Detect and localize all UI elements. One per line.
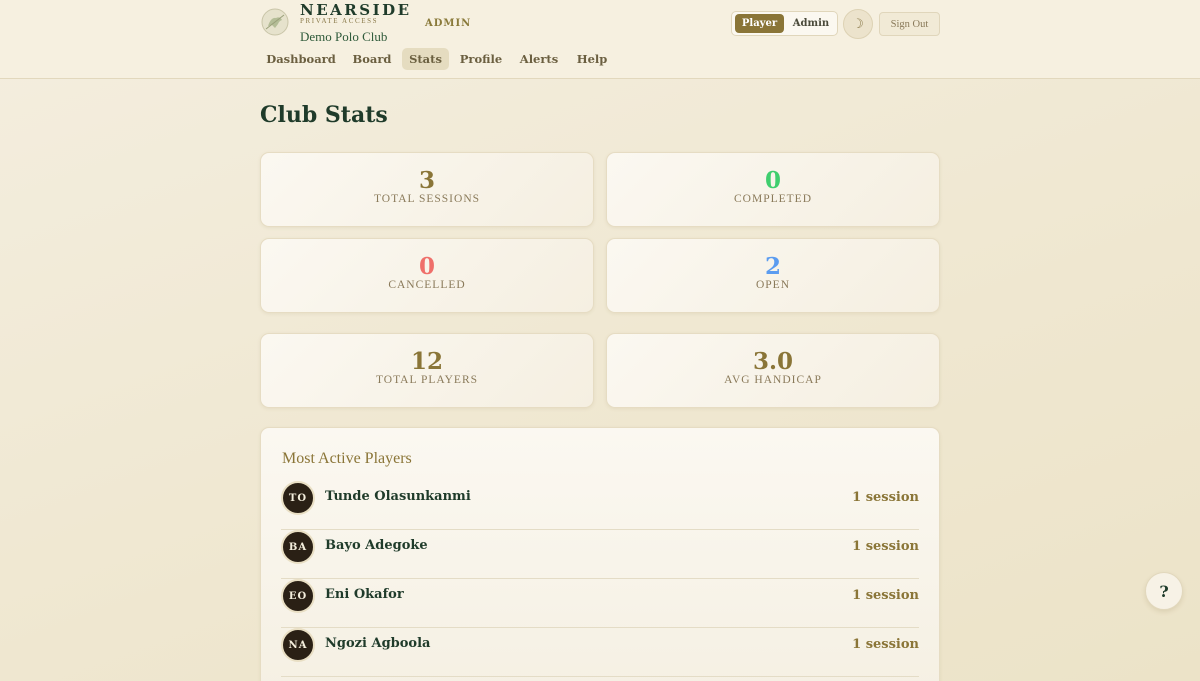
club-name: Demo Polo Club — [300, 29, 388, 44]
brand-tagline: PRIVATE ACCESS — [300, 17, 379, 25]
theme-toggle-button[interactable]: ☽ — [843, 9, 873, 39]
tab-profile[interactable]: Profile — [455, 48, 507, 70]
avatar: NA — [281, 628, 315, 662]
player-row[interactable]: TO Tunde Olasunkanmi 1 session — [281, 481, 919, 530]
player-name: Ngozi Agboola — [325, 636, 431, 651]
stat-label: OPEN — [755, 279, 791, 291]
view-toggle: Player Admin — [731, 11, 838, 36]
tab-dashboard[interactable]: Dashboard — [262, 48, 340, 70]
stat-label: AVG HANDICAP — [724, 374, 822, 386]
stat-card-cancelled: 0 CANCELLED — [260, 238, 594, 313]
stat-value: 0 — [418, 253, 435, 280]
role-badge: ADMIN — [425, 18, 472, 29]
session-count: 1 session — [852, 539, 919, 554]
stat-value: 12 — [410, 348, 443, 375]
stat-label: TOTAL PLAYERS — [375, 374, 479, 386]
stat-label: CANCELLED — [388, 279, 466, 291]
player-row[interactable]: BA Bayo Adegoke 1 session — [281, 530, 919, 579]
tab-stats[interactable]: Stats — [402, 48, 449, 70]
player-row[interactable]: EO Eni Okafor 1 session — [281, 579, 919, 628]
admin-view-button[interactable]: Admin — [786, 14, 836, 33]
stat-label: COMPLETED — [734, 193, 812, 205]
tab-board[interactable]: Board — [348, 48, 396, 70]
stat-value: 3.0 — [752, 348, 793, 375]
avatar: EO — [281, 579, 315, 613]
avatar: TO — [281, 481, 315, 515]
session-count: 1 session — [852, 637, 919, 652]
player-name: Eni Okafor — [325, 587, 404, 602]
help-button[interactable]: ? — [1145, 572, 1183, 610]
stat-card-total-sessions: 3 TOTAL SESSIONS — [260, 152, 594, 227]
stat-label: TOTAL SESSIONS — [373, 193, 481, 205]
stat-card-completed: 0 COMPLETED — [606, 152, 940, 227]
player-row[interactable]: NA Ngozi Agboola 1 session — [281, 628, 919, 677]
page-title: Club Stats — [260, 102, 388, 128]
section-heading: Most Active Players — [282, 450, 412, 467]
stat-value: 2 — [764, 253, 781, 280]
top-header: NEARSIDE PRIVATE ACCESS Demo Polo Club A… — [0, 0, 1200, 79]
player-name: Bayo Adegoke — [325, 538, 428, 553]
stat-value: 0 — [764, 167, 781, 194]
session-count: 1 session — [852, 490, 919, 505]
polo-crest-icon[interactable] — [260, 7, 290, 37]
tab-help[interactable]: Help — [571, 48, 613, 70]
tab-alerts[interactable]: Alerts — [515, 48, 563, 70]
player-name: Tunde Olasunkanmi — [325, 489, 471, 504]
sign-out-button[interactable]: Sign Out — [879, 12, 940, 36]
avatar: BA — [281, 530, 315, 564]
stat-value: 3 — [418, 167, 435, 194]
stat-card-avg-handicap: 3.0 AVG HANDICAP — [606, 333, 940, 408]
most-active-players-card: Most Active Players TO Tunde Olasunkanmi… — [260, 427, 940, 681]
stat-card-total-players: 12 TOTAL PLAYERS — [260, 333, 594, 408]
stat-card-open: 2 OPEN — [606, 238, 940, 313]
player-view-button[interactable]: Player — [735, 14, 784, 33]
moon-icon: ☽ — [852, 16, 864, 32]
session-count: 1 session — [852, 588, 919, 603]
